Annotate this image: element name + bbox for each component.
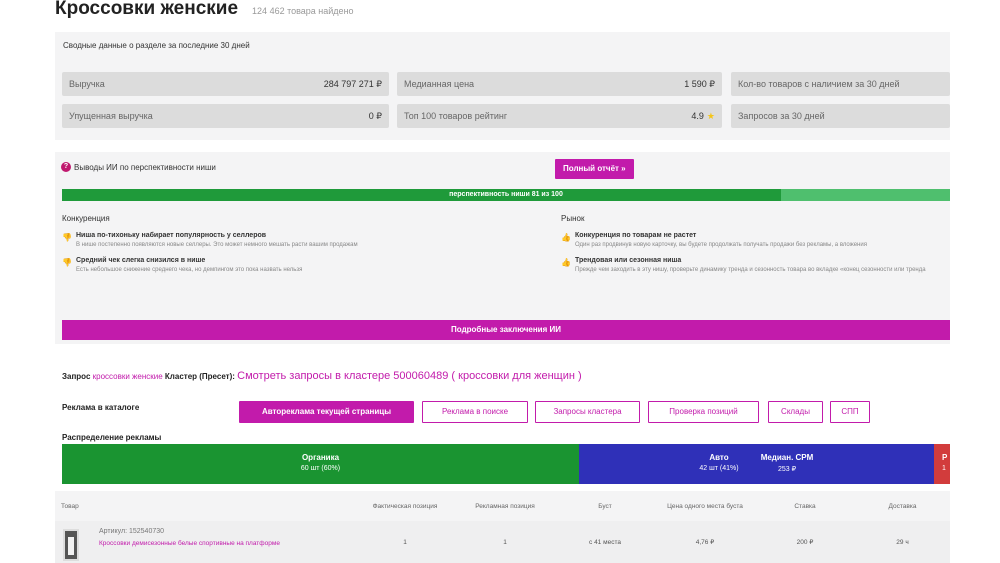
- summary-panel: Сводные данные о разделе за последние 30…: [55, 32, 950, 140]
- column-header: Фактическая позиция: [372, 502, 438, 510]
- list-item: 👎 Ниша по-тихоньку набирает популярность…: [62, 232, 502, 249]
- metric-value: 284 797 271 ₽: [323, 78, 382, 89]
- boost: с 41 места: [589, 538, 621, 546]
- star-icon: ★: [706, 110, 715, 121]
- list-item: 👍 Конкуренция по товарам не растет Один …: [561, 232, 950, 249]
- column-header: Цена одного места буста: [667, 502, 743, 510]
- ai-insights-panel: ? Выводы ИИ по перспективности ниши Полн…: [55, 152, 950, 344]
- bullet-desc: Есть небольшое снижение среднего чека, н…: [76, 267, 303, 273]
- metric-revenue: Выручка 284 797 271 ₽: [62, 72, 389, 96]
- tab-autoads-current-page[interactable]: Автореклама текущей страницы: [239, 401, 414, 423]
- column-header: Буст: [598, 502, 612, 510]
- ad-distribution-bar: Органика 60 шт (60%) Авто 42 шт (41%) Ме…: [62, 444, 950, 484]
- metric-label: Медианная цена: [404, 79, 475, 89]
- found-count: 124 462 товара найдено: [252, 6, 354, 16]
- column-header: Рекламная позиция: [475, 502, 535, 510]
- metric-median-price: Медианная цена 1 590 ₽: [397, 72, 722, 96]
- ad-distribution-label: Распределение рекламы: [62, 433, 162, 442]
- cpm-block: Медиан. CPM 253 ₽: [747, 453, 827, 473]
- cluster-link[interactable]: Смотреть запросы в кластере 500060489 ( …: [237, 370, 582, 382]
- question-icon[interactable]: ?: [61, 162, 71, 172]
- progress-label: перспективность ниши 81 из 100: [449, 191, 563, 198]
- competition-column: Конкуренция 👎 Ниша по-тихоньку набирает …: [62, 214, 502, 282]
- bullet-title: Трендовая или сезонная ниша: [575, 257, 682, 264]
- column-header: Доставка: [888, 502, 917, 510]
- product-article: Артикул: 152540730: [99, 528, 165, 535]
- column-header: Ставка: [794, 502, 816, 510]
- ai-header-label: Выводы ИИ по перспективности ниши: [74, 162, 216, 172]
- thumb-down-icon: 👎: [62, 258, 72, 267]
- ai-header: ? Выводы ИИ по перспективности ниши: [61, 162, 216, 172]
- bullet-title: Ниша по-тихоньку набирает популярность у…: [76, 232, 267, 239]
- page-title: Кроссовки женские: [55, 0, 239, 19]
- red-sub: 1: [942, 465, 946, 472]
- rating-value: 4.9: [691, 110, 704, 121]
- query-label: Запрос: [62, 372, 91, 381]
- bid: 200 ₽: [796, 539, 814, 546]
- thumb-up-icon: 👍: [561, 233, 571, 242]
- thumb-down-icon: 👎: [62, 233, 72, 242]
- metric-value: 4.9 ★: [691, 111, 715, 122]
- metric-label: Топ 100 товаров рейтинг: [404, 111, 508, 121]
- metric-lost-revenue: Упущенная выручка 0 ₽: [62, 104, 389, 128]
- metric-label: Упущенная выручка: [69, 111, 153, 121]
- ad-catalog-label: Реклама в каталоге: [62, 403, 140, 412]
- bullet-title: Средний чек слегка снизился в нише: [76, 257, 206, 264]
- tab-spp[interactable]: СПП: [830, 401, 870, 423]
- organic-title: Органика: [301, 453, 340, 462]
- cpm-title: Медиан. CPM: [760, 453, 814, 462]
- metric-label: Запросов за 30 дней: [738, 111, 825, 121]
- summary-caption: Сводные данные о разделе за последние 30…: [63, 41, 250, 50]
- fact-position: 1: [403, 538, 407, 546]
- bullet-desc: В нише постепенно появляются новые селле…: [76, 242, 358, 248]
- metric-label: Кол-во товаров с наличием за 30 дней: [738, 79, 900, 89]
- thumb-up-icon: 👍: [561, 258, 571, 267]
- bullet-desc: Прежде чем заходить в эту нишу, проверьт…: [575, 267, 926, 273]
- query-row: Запрос кроссовки женские Кластер (Пресет…: [62, 370, 582, 382]
- full-report-button[interactable]: Полный отчёт »: [555, 159, 634, 179]
- red-title: Р: [942, 453, 948, 462]
- list-item: 👎 Средний чек слегка снизился в нише Ест…: [62, 257, 502, 274]
- delivery: 29 ч: [896, 538, 909, 546]
- metric-items-in-stock: Кол-во товаров с наличием за 30 дней: [731, 72, 950, 96]
- metric-top100-rating: Топ 100 товаров рейтинг 4.9 ★: [397, 104, 722, 128]
- table-header: Товар Фактическая позиция Рекламная пози…: [55, 491, 950, 521]
- page-header: Кроссовки женские 124 462 товара найдено: [55, 0, 354, 20]
- organic-segment: Органика 60 шт (60%): [62, 444, 579, 484]
- niche-progress-bar: перспективность ниши 81 из 100: [62, 189, 950, 201]
- cpm-sub: 253 ₽: [777, 466, 797, 473]
- metric-value: 0 ₽: [368, 110, 382, 121]
- table-row[interactable]: Артикул: 152540730 Кроссовки демисезонны…: [55, 521, 950, 563]
- tab-position-check[interactable]: Проверка позиций: [648, 401, 759, 423]
- product-thumbnail[interactable]: [63, 529, 79, 561]
- metric-label: Выручка: [69, 79, 105, 89]
- product-name-link[interactable]: Кроссовки демисезонные белые спортивные …: [99, 540, 280, 547]
- metric-value: 1 590 ₽: [684, 78, 715, 89]
- red-segment: Р 1: [934, 444, 950, 484]
- boost-price: 4,76 ₽: [695, 539, 715, 546]
- bullet-title: Конкуренция по товарам не растет: [575, 232, 697, 239]
- market-title: Рынок: [561, 214, 585, 223]
- query-value-link[interactable]: кроссовки женские: [93, 372, 163, 381]
- market-column: Рынок 👍 Конкуренция по товарам не растет…: [561, 214, 950, 282]
- organic-sub: 60 шт (60%): [300, 465, 341, 472]
- bullet-desc: Один раз продвинув новую карточку, вы бу…: [575, 242, 867, 248]
- ai-conclusions-button[interactable]: Подробные заключения ИИ: [62, 320, 950, 340]
- ad-position: 1: [503, 538, 507, 546]
- cluster-label: Кластер (Пресет):: [164, 372, 235, 381]
- metric-queries: Запросов за 30 дней: [731, 104, 950, 128]
- list-item: 👍 Трендовая или сезонная ниша Прежде чем…: [561, 257, 950, 274]
- auto-segment: Авто 42 шт (41%) Медиан. CPM 253 ₽: [579, 444, 934, 484]
- competition-title: Конкуренция: [62, 214, 110, 223]
- column-header: Товар: [61, 502, 79, 510]
- tab-search-ads[interactable]: Реклама в поиске: [422, 401, 528, 423]
- tab-warehouses[interactable]: Склады: [768, 401, 823, 423]
- tab-cluster-queries[interactable]: Запросы кластера: [535, 401, 640, 423]
